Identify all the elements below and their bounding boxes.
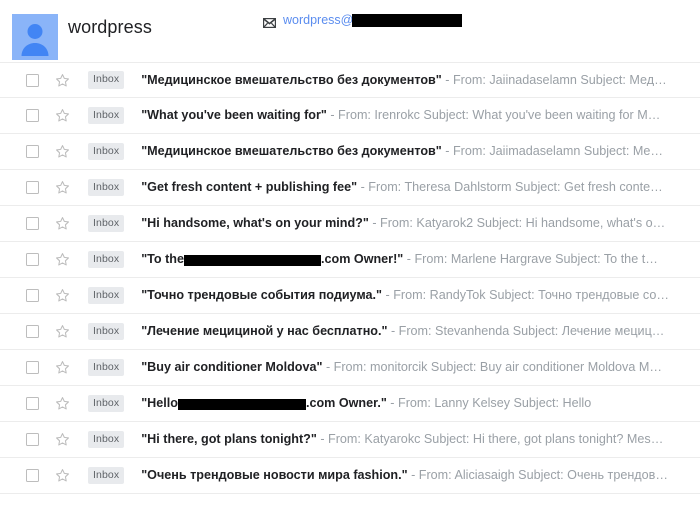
list-item[interactable]: Inbox "Очень трендовые новости мира fash… — [0, 458, 700, 494]
list-item[interactable]: Inbox "Медицинское вмешательство без док… — [0, 62, 700, 98]
star-outline-icon[interactable] — [55, 432, 70, 447]
message-meta: - From: Aliciasaigh Subject: Очень тренд… — [407, 469, 668, 482]
folder-badge: Inbox — [88, 322, 125, 341]
select-checkbox[interactable] — [26, 469, 39, 482]
message-meta: - From: Marlene Hargrave Subject: To the… — [403, 253, 658, 266]
message-subject-after: .com Owner." — [305, 397, 387, 410]
message-snippet: "Лечение мецициной у нас бесплатно." - F… — [141, 325, 700, 338]
message-meta: - From: Jaiimadaselamn Subject: Me… — [441, 145, 663, 158]
select-checkbox[interactable] — [26, 109, 39, 122]
folder-badge: Inbox — [88, 106, 125, 125]
select-checkbox[interactable] — [26, 397, 39, 410]
message-snippet: "Медицинское вмешательство без документо… — [141, 74, 700, 87]
message-subject-before: "Hello — [141, 397, 178, 410]
redaction-bar — [352, 13, 463, 27]
message-snippet: "Медицинское вмешательство без документо… — [141, 145, 700, 158]
star-outline-icon[interactable] — [55, 108, 70, 123]
list-item[interactable]: Inbox "Get fresh content + publishing fe… — [0, 170, 700, 206]
list-item[interactable]: Inbox "What you've been waiting for" - F… — [0, 98, 700, 134]
select-checkbox[interactable] — [26, 361, 39, 374]
folder-badge: Inbox — [88, 394, 125, 413]
message-meta: - From: Irenrokc Subject: What you've be… — [326, 109, 661, 122]
star-outline-icon[interactable] — [55, 180, 70, 195]
folder-badge: Inbox — [88, 466, 125, 485]
redaction-bar — [177, 398, 306, 410]
list-item[interactable]: Inbox "Hi there, got plans tonight?" - F… — [0, 422, 700, 458]
account-header: wordpress wordpress@ — [0, 0, 700, 62]
message-snippet: "To the .com Owner!" - From: Marlene Harg… — [141, 253, 700, 266]
message-subject: "Buy air conditioner Moldova" — [141, 361, 323, 374]
star-outline-icon[interactable] — [55, 468, 70, 483]
star-outline-icon[interactable] — [55, 216, 70, 231]
message-subject: "Очень трендовые новости мира fashion." — [141, 469, 408, 482]
message-meta: - From: Katyarokc Subject: Hi there, got… — [316, 433, 664, 446]
message-snippet: "Точно трендовые события подиума." - Fro… — [141, 289, 700, 302]
list-item[interactable]: Inbox "Hi handsome, what's on your mind?… — [0, 206, 700, 242]
list-item[interactable]: Inbox "Buy air conditioner Moldova" - Fr… — [0, 350, 700, 386]
list-item[interactable]: Inbox "Hello .com Owner." - From: Lanny K… — [0, 386, 700, 422]
folder-badge: Inbox — [88, 358, 125, 377]
select-checkbox[interactable] — [26, 253, 39, 266]
star-outline-icon[interactable] — [55, 396, 70, 411]
select-checkbox[interactable] — [26, 181, 39, 194]
email-address-text: wordpress@ — [283, 13, 354, 27]
message-subject: "Hi handsome, what's on your mind?" — [141, 217, 369, 230]
select-checkbox[interactable] — [26, 145, 39, 158]
star-outline-icon[interactable] — [55, 144, 70, 159]
folder-badge: Inbox — [88, 430, 125, 449]
message-meta: - From: Jaiinadaselamn Subject: Мед… — [441, 73, 667, 87]
select-checkbox[interactable] — [26, 433, 39, 446]
redaction-bar — [184, 254, 321, 266]
list-item[interactable]: Inbox "Медицинское вмешательство без док… — [0, 134, 700, 170]
message-subject-after: .com Owner!" — [321, 253, 404, 266]
folder-badge: Inbox — [88, 286, 125, 305]
star-outline-icon[interactable] — [55, 73, 70, 88]
account-name: wordpress — [68, 17, 152, 37]
message-meta: - From: Stevanhenda Subject: Лечение мец… — [387, 325, 665, 338]
select-checkbox[interactable] — [26, 217, 39, 230]
message-subject-before: "To the — [141, 253, 184, 266]
message-meta: - From: Lanny Kelsey Subject: Hello — [386, 397, 592, 410]
account-email[interactable]: wordpress@ — [262, 13, 463, 29]
person-avatar-icon — [12, 14, 58, 60]
star-outline-icon[interactable] — [55, 288, 70, 303]
message-snippet: "Get fresh content + publishing fee" - F… — [141, 181, 700, 194]
message-snippet: "Очень трендовые новости мира fashion." … — [141, 469, 700, 482]
message-subject: "Лечение мецициной у нас бесплатно." — [141, 325, 388, 338]
envelope-icon — [262, 15, 277, 29]
message-subject: "Get fresh content + publishing fee" — [141, 181, 358, 194]
folder-badge: Inbox — [88, 142, 125, 161]
message-meta: - From: RandyTok Subject: Точно трендовы… — [382, 289, 669, 302]
message-snippet: "Buy air conditioner Moldova" - From: mo… — [141, 361, 700, 374]
message-list: Inbox "Медицинское вмешательство без док… — [0, 62, 700, 494]
list-item[interactable]: Inbox "To the .com Owner!" - From: Marlen… — [0, 242, 700, 278]
select-checkbox[interactable] — [26, 289, 39, 302]
message-subject: "Точно трендовые события подиума." — [141, 289, 383, 302]
star-outline-icon[interactable] — [55, 252, 70, 267]
select-checkbox[interactable] — [26, 325, 39, 338]
list-item[interactable]: Inbox "Точно трендовые события подиума."… — [0, 278, 700, 314]
message-meta: - From: monitorcik Subject: Buy air cond… — [322, 361, 662, 374]
message-subject: "Медицинское вмешательство без документо… — [141, 145, 442, 158]
message-snippet: "What you've been waiting for" - From: I… — [141, 109, 700, 122]
message-snippet: "Hello .com Owner." - From: Lanny Kelsey … — [141, 397, 700, 410]
folder-badge: Inbox — [88, 71, 125, 89]
message-meta: - From: Theresa Dahlstorm Subject: Get f… — [357, 181, 663, 194]
folder-badge: Inbox — [88, 250, 125, 269]
message-meta: - From: Katyarok2 Subject: Hi handsome, … — [368, 217, 666, 230]
message-snippet: "Hi handsome, what's on your mind?" - Fr… — [141, 217, 700, 230]
star-outline-icon[interactable] — [55, 324, 70, 339]
message-subject: "Медицинское вмешательство без документо… — [141, 73, 442, 87]
message-subject: "What you've been waiting for" — [141, 109, 327, 122]
folder-badge: Inbox — [88, 178, 125, 197]
select-checkbox[interactable] — [26, 73, 39, 87]
star-outline-icon[interactable] — [55, 360, 70, 375]
list-item[interactable]: Inbox "Лечение мецициной у нас бесплатно… — [0, 314, 700, 350]
message-subject: "Hi there, got plans tonight?" — [141, 433, 317, 446]
message-snippet: "Hi there, got plans tonight?" - From: K… — [141, 433, 700, 446]
folder-badge: Inbox — [88, 214, 125, 233]
